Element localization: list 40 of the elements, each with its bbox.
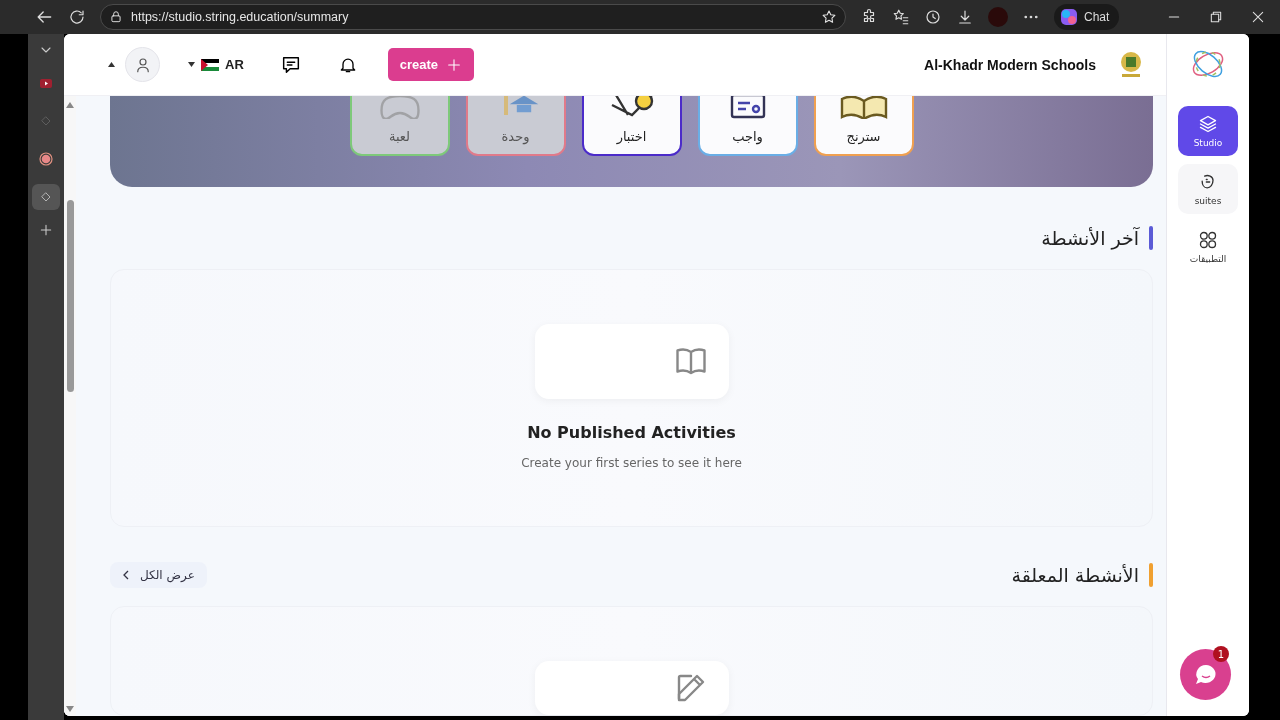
user-avatar[interactable] — [125, 47, 160, 82]
chevron-left-icon — [122, 570, 130, 581]
lock-icon — [109, 10, 123, 24]
activity-type-card[interactable]: اختبار — [581, 96, 682, 156]
chat-button[interactable]: Chat — [1054, 4, 1120, 30]
restore-icon[interactable] — [1208, 9, 1224, 25]
school-name: Al-Khadr Modern Schools — [924, 56, 1096, 73]
scroll-up-icon[interactable] — [66, 102, 74, 108]
activity-type-card[interactable]: واجب — [697, 96, 798, 156]
caret-down-icon — [188, 62, 195, 67]
video-tab-icon[interactable] — [40, 78, 52, 88]
record-tab-icon[interactable] — [39, 152, 53, 166]
plus-icon — [446, 56, 463, 73]
create-button[interactable]: create — [387, 48, 475, 81]
flag-icon — [201, 58, 219, 71]
download-icon[interactable] — [956, 8, 974, 26]
caret-up-icon[interactable] — [108, 62, 115, 67]
empty-state-title: No Published Activities — [527, 422, 736, 442]
section-title: آخر الأنشطة — [1041, 226, 1139, 249]
scrollbar-thumb[interactable] — [66, 200, 74, 392]
new-tab-icon[interactable] — [38, 222, 54, 238]
notification-badge: 1 — [1213, 646, 1229, 662]
rail-item[interactable]: suites — [1178, 164, 1238, 214]
open-book-icon — [839, 96, 888, 119]
address-bar[interactable]: https://studio.string.education/summary — [100, 4, 846, 30]
activity-type-card[interactable]: سترنج — [813, 96, 914, 156]
scroll-down-icon[interactable] — [66, 706, 74, 712]
reload-icon[interactable] — [68, 8, 86, 26]
language-selector[interactable]: AR — [182, 56, 250, 73]
favorites-icon[interactable] — [892, 8, 910, 26]
view-all-link[interactable]: عرض الكل — [110, 562, 207, 589]
copilot-icon — [1060, 8, 1078, 26]
section-title: الأنشطة المعلقة — [1011, 564, 1139, 587]
history-icon[interactable] — [924, 8, 942, 26]
empty-state-text: Create your first series to see it here — [521, 455, 742, 470]
rail-item[interactable]: Studio — [1178, 106, 1238, 156]
star-icon[interactable] — [821, 9, 837, 25]
layers-icon — [1198, 114, 1218, 134]
apps-icon — [1198, 230, 1218, 250]
close-icon[interactable] — [1250, 9, 1266, 25]
